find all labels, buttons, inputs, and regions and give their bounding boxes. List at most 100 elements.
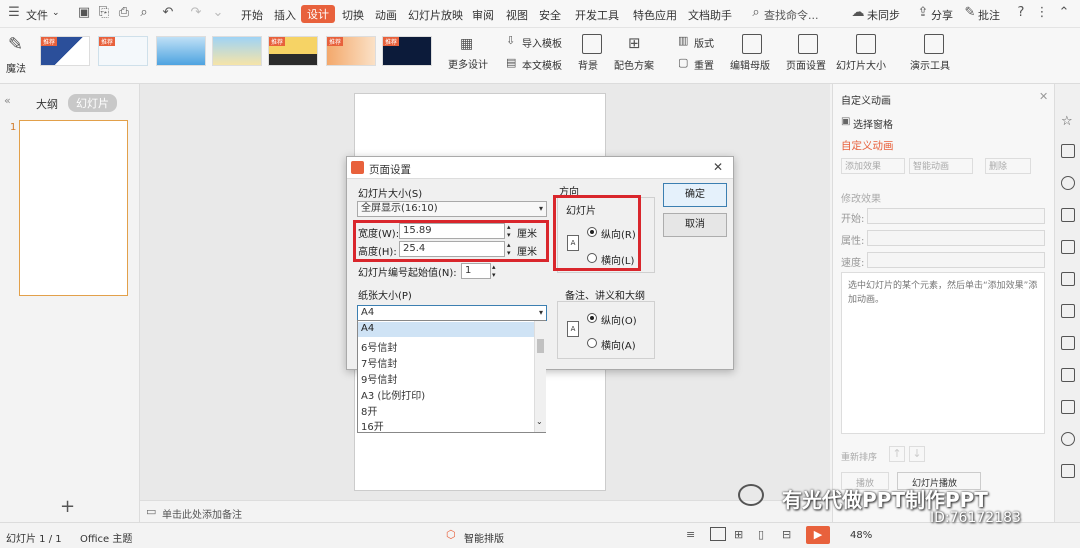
paper-option[interactable]: A3 (比例打印) — [361, 387, 425, 402]
presentation-tools-button[interactable]: 演示工具 — [910, 57, 950, 72]
tab-outline[interactable]: 大纲 — [36, 96, 58, 112]
paper-option[interactable]: 7号信封 — [361, 355, 397, 370]
page-setup-button[interactable]: 页面设置 — [786, 57, 826, 72]
scroll-down-icon[interactable]: ⌄ — [536, 417, 543, 426]
help-circle-icon[interactable] — [1061, 432, 1075, 446]
ok-button[interactable]: 确定 — [663, 183, 727, 207]
edit-master-button[interactable]: 编辑母版 — [730, 57, 770, 72]
notes-landscape-radio[interactable] — [587, 338, 597, 348]
more-tools-icon[interactable] — [1061, 464, 1075, 478]
cancel-button[interactable]: 取消 — [663, 213, 727, 237]
tab-doc-assistant[interactable]: 文档助手 — [688, 7, 732, 23]
close-icon[interactable]: ✕ — [713, 160, 723, 174]
color-scheme-button[interactable]: 配色方案 — [614, 57, 654, 72]
sync-status[interactable]: 未同步 — [867, 7, 900, 23]
slide-size-select[interactable]: 全屏显示(16:10) ▾ — [357, 201, 547, 217]
table-icon[interactable] — [1061, 240, 1075, 254]
format-painter-icon[interactable]: ⎘ — [96, 5, 112, 21]
shape-icon[interactable] — [1061, 176, 1075, 190]
collapse-ribbon-icon[interactable]: ⌃ — [1056, 5, 1072, 21]
property-select[interactable] — [867, 230, 1045, 246]
this-template-button[interactable]: 本文模板 — [522, 57, 562, 72]
reset-button[interactable]: 重置 — [694, 57, 714, 72]
share-button[interactable]: 分享 — [931, 7, 953, 23]
tab-special-apps[interactable]: 特色应用 — [633, 7, 677, 23]
numbering-spinner[interactable]: ▴ ▾ — [492, 263, 496, 279]
export-icon[interactable] — [1061, 336, 1075, 350]
slide-thumbnail[interactable] — [19, 120, 128, 296]
theme-thumbnail-1[interactable]: 推荐 — [40, 36, 90, 66]
paper-option[interactable]: 6号信封 — [361, 339, 397, 354]
more-design-button[interactable]: 更多设计 — [448, 56, 488, 71]
smart-animation-button[interactable]: 智能动画 — [909, 158, 973, 174]
notes-portrait-radio[interactable] — [587, 313, 597, 323]
redo-icon[interactable]: ↷ — [188, 5, 204, 21]
numbering-input[interactable]: 1 — [461, 263, 491, 279]
tab-slideshow[interactable]: 幻灯片放映 — [408, 7, 463, 23]
help-icon[interactable]: ? — [1013, 5, 1029, 21]
more-options-icon[interactable]: ⋮ — [1034, 5, 1050, 21]
tab-view[interactable]: 视图 — [506, 7, 528, 23]
animation-list[interactable]: 选中幻灯片的某个元素，然后单击“添加效果”添加动画。 — [841, 272, 1045, 434]
notes-landscape-label[interactable]: 横向(A) — [601, 337, 636, 352]
theme-thumbnail-6[interactable]: 推荐 — [326, 36, 376, 66]
star-animation-icon[interactable]: ☆ — [1061, 114, 1075, 129]
layout-button[interactable]: 版式 — [694, 35, 714, 50]
hamburger-icon[interactable]: ☰ — [6, 5, 22, 21]
print-preview-icon[interactable]: ⌕ — [136, 5, 152, 21]
theme-thumbnail-3[interactable] — [156, 36, 206, 66]
file-dropdown-icon[interactable]: ⌄ — [52, 8, 60, 18]
notes-placeholder[interactable]: 单击此处添加备注 — [162, 506, 242, 521]
speed-select[interactable] — [867, 252, 1045, 268]
more-icon[interactable]: ⌄ — [210, 5, 226, 21]
audio-icon[interactable] — [1061, 400, 1075, 414]
tab-transition[interactable]: 切换 — [342, 7, 364, 23]
paper-option[interactable]: 9号信封 — [361, 371, 397, 386]
theme-thumbnail-4[interactable] — [212, 36, 262, 66]
file-menu[interactable]: 文件 — [26, 7, 48, 23]
theme-thumbnail-5[interactable]: 推荐 — [268, 36, 318, 66]
slide-size-button[interactable]: 幻灯片大小 — [836, 57, 886, 72]
tab-security[interactable]: 安全 — [539, 7, 561, 23]
selection-pane-link[interactable]: 选择窗格 — [853, 116, 893, 131]
save-icon[interactable]: ▣ — [76, 5, 92, 21]
close-panel-icon[interactable]: ✕ — [1039, 90, 1048, 103]
move-down-icon[interactable]: ↓ — [909, 446, 925, 462]
tab-insert[interactable]: 插入 — [274, 7, 296, 23]
custom-animation-link[interactable]: 自定义动画 — [841, 138, 894, 153]
notes-portrait-label[interactable]: 纵向(O) — [601, 312, 637, 327]
notes-toggle-icon[interactable]: ≡ — [686, 528, 695, 541]
command-search[interactable]: 查找命令... — [764, 7, 819, 23]
magic-button[interactable]: 魔法 — [6, 60, 26, 75]
panel-title[interactable]: 自定义动画 — [841, 92, 891, 107]
zoom-level[interactable]: 48% — [850, 530, 872, 541]
theme-thumbnail-7[interactable]: 推荐 — [382, 36, 432, 66]
document-icon[interactable] — [1061, 304, 1075, 318]
tab-developer[interactable]: 开发工具 — [575, 7, 619, 23]
copy-icon[interactable] — [1061, 144, 1075, 158]
normal-view-icon[interactable] — [710, 527, 726, 541]
theme-thumbnail-2[interactable]: 推荐 — [98, 36, 148, 66]
tab-slides[interactable]: 幻灯片 — [68, 94, 117, 112]
paper-option[interactable]: A4 — [361, 323, 374, 334]
start-select[interactable] — [867, 208, 1045, 224]
print-icon[interactable]: ⎙ — [116, 5, 132, 21]
smart-layout-button[interactable]: 智能排版 — [464, 530, 504, 545]
add-slide-icon[interactable]: + — [60, 496, 75, 517]
move-up-icon[interactable]: ↑ — [889, 446, 905, 462]
collapse-panel-icon[interactable]: « — [4, 94, 11, 107]
tab-home[interactable]: 开始 — [241, 7, 263, 23]
dropdown-scrollbar[interactable]: ⌄ — [534, 321, 546, 432]
paper-size-select[interactable]: A4 ▾ — [357, 305, 547, 321]
delete-button[interactable]: 删除 — [985, 158, 1031, 174]
slide-layout-icon[interactable] — [1061, 208, 1075, 222]
settings-icon[interactable] — [1061, 272, 1075, 286]
background-button[interactable]: 背景 — [578, 57, 598, 72]
tab-review[interactable]: 审阅 — [472, 7, 494, 23]
undo-icon[interactable]: ↶ — [160, 5, 176, 21]
paper-option[interactable]: 16开 — [361, 418, 384, 433]
tab-animation[interactable]: 动画 — [375, 7, 397, 23]
add-effect-button[interactable]: 添加效果 — [841, 158, 905, 174]
import-template-button[interactable]: 导入模板 — [522, 35, 562, 50]
tab-design[interactable]: 设计 — [301, 5, 335, 23]
